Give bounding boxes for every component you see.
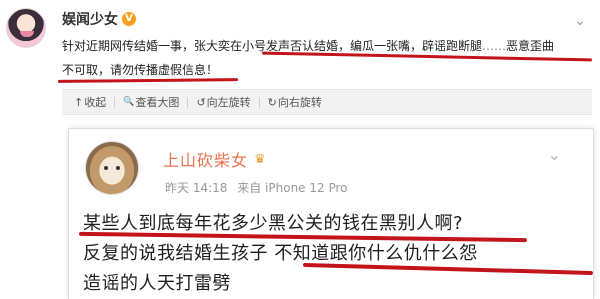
embedded-post-image[interactable]: 上山砍柴女 ♛ ⌄ 昨天 14:18 来自 iPhone 12 Pro 某些人到…	[68, 128, 594, 299]
view-large-image-label: 查看大图	[135, 96, 180, 109]
post-source: 来自 iPhone 12 Pro	[237, 181, 348, 195]
embedded-author-name: 上山砍柴女	[163, 151, 249, 170]
embedded-post-meta: 昨天 14:18 来自 iPhone 12 Pro	[165, 179, 354, 196]
rotate-right-button[interactable]: ↻ 向右旋转	[268, 94, 322, 110]
toolbar-divider	[258, 96, 260, 108]
collapse-icon: ↑	[74, 95, 84, 109]
rotate-right-label: 向右旋转	[277, 96, 322, 109]
red-underline-mark	[57, 78, 239, 83]
embedded-post-header: 上山砍柴女 ♛	[163, 147, 266, 171]
post-header: 娱闻少女 V	[62, 9, 136, 29]
rotate-left-button[interactable]: ↺ 向左旋转	[196, 94, 250, 110]
rotate-left-icon: ↺	[196, 95, 206, 109]
toolbar-divider	[114, 96, 116, 108]
crown-icon: ♛	[254, 151, 266, 167]
view-large-image-button[interactable]: 🔍 查看大图	[123, 94, 179, 110]
embedded-text-line-3: 造谣的人天打雷劈	[83, 273, 231, 294]
post-ellipsis: ……	[482, 39, 507, 53]
author-name[interactable]: 娱闻少女	[62, 9, 118, 29]
verified-badge-icon: V	[122, 12, 136, 26]
collapse-button[interactable]: ↑ 收起	[74, 94, 106, 110]
rotate-left-label: 向左旋转	[206, 96, 251, 109]
rotate-right-icon: ↻	[267, 95, 277, 109]
chevron-down-icon: ⌄	[547, 145, 561, 164]
post-text-tail: 恶意歪曲	[506, 39, 555, 53]
post-time: 昨天 14:18	[165, 181, 228, 195]
image-toolbar: ↑ 收起 🔍 查看大图 ↺ 向左旋转 ↻ 向右旋转	[62, 89, 592, 115]
embedded-avatar	[85, 141, 139, 195]
toolbar-divider	[187, 96, 189, 108]
zoom-icon: 🔍	[123, 97, 135, 107]
embedded-post-text: 某些人到底每年花多少黑公关的钱在黑别人啊? 反复的说我结婚生孩子 不知道跟你什么…	[83, 209, 583, 299]
avatar[interactable]	[6, 8, 46, 48]
collapse-label: 收起	[84, 96, 107, 109]
chevron-down-icon[interactable]: ⌄	[574, 13, 586, 29]
